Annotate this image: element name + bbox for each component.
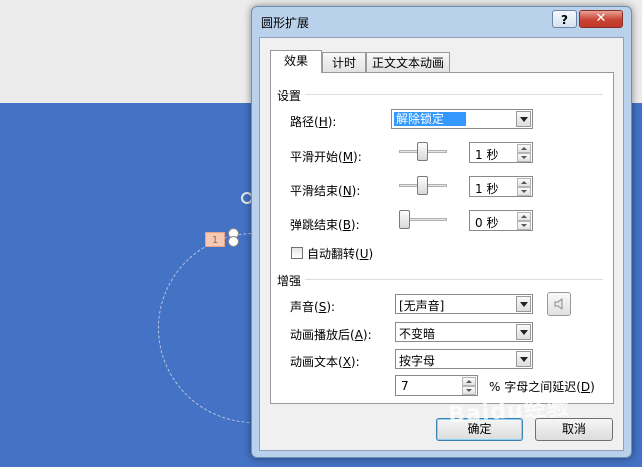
settings-divider: [305, 94, 603, 95]
smooth-start-slider-thumb[interactable]: [417, 142, 428, 161]
after-animation-value: 不变暗: [399, 327, 436, 341]
bounce-end-value: 0 秒: [475, 216, 499, 230]
enhance-divider: [305, 279, 603, 280]
spin-up-icon[interactable]: [517, 212, 531, 221]
smooth-end-value: 1 秒: [475, 182, 499, 196]
animate-text-label: 动画文本(X):: [290, 355, 360, 369]
after-animation-select[interactable]: 不变暗: [395, 322, 533, 342]
spin-down-icon[interactable]: [462, 386, 476, 395]
sound-label: 声音(S):: [290, 300, 336, 314]
sound-select-value: [无声音]: [399, 299, 445, 313]
smooth-start-label: 平滑开始(M):: [290, 150, 362, 164]
smooth-start-value: 1 秒: [475, 148, 499, 162]
spin-up-icon[interactable]: [517, 178, 531, 187]
smooth-end-slider-thumb[interactable]: [417, 176, 428, 195]
help-button[interactable]: ?: [552, 10, 577, 28]
letter-delay-value: 7: [401, 379, 409, 393]
spin-up-icon[interactable]: [517, 144, 531, 153]
chevron-down-icon[interactable]: [516, 296, 531, 312]
chevron-down-icon[interactable]: [516, 111, 531, 127]
settings-group-label: 设置: [277, 89, 302, 103]
tab-timing[interactable]: 计时: [322, 52, 366, 72]
enhance-group-label: 增强: [277, 274, 302, 288]
smooth-end-spinner[interactable]: 1 秒: [469, 176, 533, 197]
speaker-icon: [554, 298, 563, 310]
chevron-down-icon[interactable]: [516, 324, 531, 340]
ok-button[interactable]: 确定: [436, 418, 523, 441]
spin-down-icon[interactable]: [517, 187, 531, 196]
tab-effect[interactable]: 效果: [270, 50, 322, 73]
after-animation-label: 动画播放后(A):: [290, 328, 372, 342]
bounce-end-slider-thumb[interactable]: [399, 210, 410, 229]
bounce-end-label: 弹跳结束(B):: [290, 218, 360, 232]
chevron-down-icon[interactable]: [516, 351, 531, 367]
sound-select[interactable]: [无声音]: [395, 294, 533, 314]
auto-reverse-checkbox[interactable]: [291, 247, 303, 259]
dialog-titlebar[interactable]: 圆形扩展 ? ✕: [252, 7, 631, 37]
spin-up-icon[interactable]: [462, 377, 476, 386]
animation-effect-dialog: 圆形扩展 ? ✕ 效果 计时 正文文本动画 设置 路径(H): 解除锁定 平滑开…: [251, 6, 632, 458]
letter-delay-label: % 字母之间延迟(D): [489, 380, 595, 394]
spin-down-icon[interactable]: [517, 153, 531, 162]
animation-order-tag[interactable]: 1: [205, 232, 225, 247]
auto-reverse-label[interactable]: 自动翻转(U): [307, 245, 373, 262]
dialog-client: 效果 计时 正文文本动画 设置 路径(H): 解除锁定 平滑开始(M): 1 秒…: [259, 37, 624, 451]
smooth-end-label: 平滑结束(N):: [290, 184, 361, 198]
smooth-start-spinner[interactable]: 1 秒: [469, 142, 533, 163]
speaker-volume-button[interactable]: [547, 292, 571, 316]
bounce-end-spinner[interactable]: 0 秒: [469, 210, 533, 231]
path-select-value: 解除锁定: [394, 112, 467, 126]
tab-text-animation[interactable]: 正文文本动画: [366, 52, 450, 72]
cancel-button[interactable]: 取消: [535, 418, 613, 441]
letter-delay-spinner[interactable]: 7: [395, 375, 478, 396]
path-label: 路径(H):: [290, 115, 337, 129]
close-button[interactable]: ✕: [579, 10, 623, 28]
animate-text-select[interactable]: 按字母: [395, 349, 533, 369]
path-handle[interactable]: [228, 236, 239, 247]
effect-tab-panel: 设置 路径(H): 解除锁定 平滑开始(M): 1 秒 平滑结束(N): 1 秒: [270, 72, 614, 404]
animate-text-value: 按字母: [399, 354, 436, 368]
path-select[interactable]: 解除锁定: [391, 109, 533, 129]
spin-down-icon[interactable]: [517, 221, 531, 230]
dialog-title: 圆形扩展: [261, 16, 310, 30]
